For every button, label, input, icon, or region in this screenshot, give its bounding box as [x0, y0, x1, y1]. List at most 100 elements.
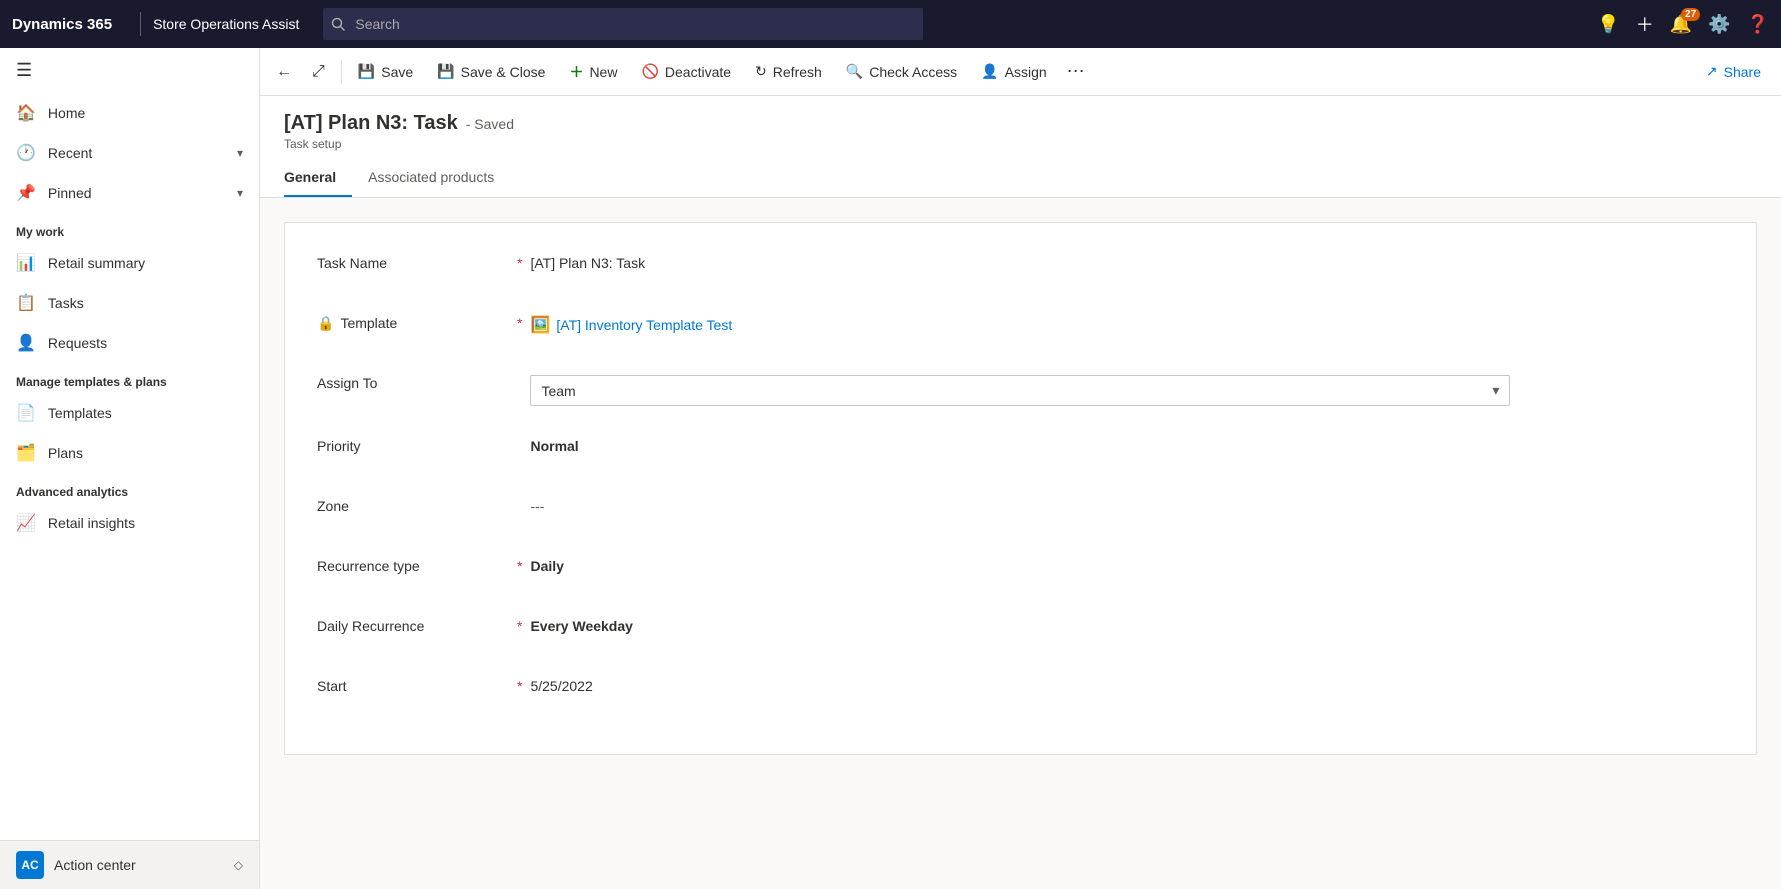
sidebar-item-tasks[interactable]: 📋 Tasks	[0, 283, 259, 323]
template-value[interactable]: 🖼️ [AT] Inventory Template Test	[530, 307, 1724, 335]
lock-icon: 🔒	[317, 315, 334, 332]
notification-badge: 27	[1681, 8, 1700, 21]
notifications-icon[interactable]: 🔔 27	[1670, 14, 1692, 35]
topbar: Dynamics 365 Store Operations Assist 💡 ＋…	[0, 0, 1781, 48]
task-name-required: *	[517, 247, 522, 271]
help-icon[interactable]: ❓	[1747, 14, 1769, 35]
refresh-button[interactable]: ↻ Refresh	[743, 48, 834, 96]
sidebar-item-recent[interactable]: 🕐 Recent ▾	[0, 133, 259, 173]
start-required: *	[517, 670, 522, 694]
template-label-text: Template	[340, 315, 397, 331]
my-work-section: My work	[0, 213, 259, 243]
start-label-text: Start	[317, 678, 347, 694]
share-icon: ↗	[1706, 63, 1718, 80]
expand-icon: ⤢	[312, 63, 325, 81]
sidebar: ☰ 🏠 Home 🕐 Recent ▾ 📌 Pinned ▾ My work 📊…	[0, 48, 260, 889]
pinned-icon: 📌	[16, 183, 36, 203]
lightbulb-icon[interactable]: 💡	[1597, 14, 1619, 35]
page-header: [AT] Plan N3: Task - Saved Task setup	[260, 96, 1781, 151]
recurrence-type-row: Recurrence type * Daily	[317, 550, 1724, 586]
tab-associated-products[interactable]: Associated products	[368, 159, 510, 197]
daily-recurrence-required: *	[517, 610, 522, 634]
sidebar-item-home-label: Home	[48, 105, 85, 121]
assign-button[interactable]: 👤 Assign	[969, 48, 1058, 96]
back-icon: ←	[276, 63, 292, 81]
back-button[interactable]: ←	[268, 48, 300, 96]
start-row: Start * 5/25/2022	[317, 670, 1724, 706]
deactivate-button[interactable]: 🚫 Deactivate	[629, 48, 743, 96]
zone-value: ---	[530, 490, 1724, 514]
template-link-text: [AT] Inventory Template Test	[556, 317, 732, 333]
assign-to-label-text: Assign To	[317, 375, 377, 391]
check-access-button[interactable]: 🔍 Check Access	[834, 48, 969, 96]
topbar-icons: 💡 ＋ 🔔 27 ⚙️ ❓	[1597, 11, 1769, 37]
page-subtitle: Task setup	[284, 137, 1757, 151]
more-button[interactable]: ⋯	[1059, 48, 1093, 96]
sidebar-item-pinned[interactable]: 📌 Pinned ▾	[0, 173, 259, 213]
sidebar-item-retail-insights[interactable]: 📈 Retail insights	[0, 503, 259, 543]
sidebar-item-retail-summary[interactable]: 📊 Retail summary	[0, 243, 259, 283]
expand-button[interactable]: ⤢	[300, 48, 337, 96]
start-value: 5/25/2022	[530, 670, 1724, 694]
recent-chevron-icon: ▾	[237, 146, 243, 160]
share-button[interactable]: ↗ Share	[1694, 48, 1773, 96]
priority-label-text: Priority	[317, 438, 361, 454]
zone-label-text: Zone	[317, 498, 349, 514]
add-icon[interactable]: ＋	[1636, 11, 1654, 37]
refresh-label: Refresh	[773, 64, 822, 80]
assign-to-row: Assign To * Team ▾	[317, 367, 1724, 406]
share-label: Share	[1724, 64, 1761, 80]
sidebar-item-requests[interactable]: 👤 Requests	[0, 323, 259, 363]
task-name-label: Task Name	[317, 247, 517, 271]
daily-recurrence-label-text: Daily Recurrence	[317, 618, 424, 634]
check-access-icon: 🔍	[846, 63, 863, 80]
recurrence-type-label: Recurrence type	[317, 550, 517, 574]
more-icon: ⋯	[1067, 61, 1085, 82]
save-icon: 💾	[358, 63, 375, 80]
tasks-icon: 📋	[16, 293, 36, 313]
cmd-separator-1	[341, 60, 342, 84]
sidebar-item-templates[interactable]: 📄 Templates	[0, 393, 259, 433]
task-name-row: Task Name * [AT] Plan N3: Task	[317, 247, 1724, 283]
tabs: General Associated products	[260, 159, 1781, 198]
sidebar-item-home[interactable]: 🏠 Home	[0, 93, 259, 133]
app-name: Store Operations Assist	[153, 16, 299, 32]
pinned-chevron-icon: ▾	[237, 186, 243, 200]
priority-row: Priority * Normal	[317, 430, 1724, 466]
home-icon: 🏠	[16, 103, 36, 123]
assign-to-dropdown[interactable]: Team ▾	[530, 375, 1510, 406]
assign-to-label: Assign To	[317, 367, 517, 391]
priority-label: Priority	[317, 430, 517, 454]
search-icon	[331, 17, 345, 31]
tab-general[interactable]: General	[284, 159, 352, 197]
settings-icon[interactable]: ⚙️	[1708, 14, 1730, 35]
content-area: ← ⤢ 💾 Save 💾 Save & Close ＋ New 🚫 Deacti…	[260, 48, 1781, 889]
new-button[interactable]: ＋ New	[557, 48, 629, 96]
sidebar-item-plans[interactable]: 🗂️ Plans	[0, 433, 259, 473]
hamburger-menu[interactable]: ☰	[0, 48, 259, 93]
sidebar-item-retail-insights-label: Retail insights	[48, 515, 135, 531]
action-center-badge: AC	[16, 851, 44, 879]
assign-icon: 👤	[981, 63, 998, 80]
save-button[interactable]: 💾 Save	[346, 48, 425, 96]
template-required: *	[517, 307, 522, 331]
sidebar-item-retail-summary-label: Retail summary	[48, 255, 145, 271]
sidebar-item-action-center[interactable]: AC Action center ◇	[0, 841, 259, 889]
page-saved-status: - Saved	[466, 116, 514, 132]
deactivate-label: Deactivate	[665, 64, 731, 80]
task-name-label-text: Task Name	[317, 255, 387, 271]
check-access-label: Check Access	[869, 64, 957, 80]
refresh-icon: ↻	[755, 63, 767, 80]
save-close-button[interactable]: 💾 Save & Close	[425, 48, 557, 96]
new-icon: ＋	[569, 62, 583, 82]
search-bar[interactable]	[323, 8, 923, 40]
daily-recurrence-row: Daily Recurrence * Every Weekday	[317, 610, 1724, 646]
retail-insights-icon: 📈	[16, 513, 36, 533]
assign-to-dropdown-value: Team	[541, 383, 575, 399]
plans-icon: 🗂️	[16, 443, 36, 463]
zone-label: Zone	[317, 490, 517, 514]
sidebar-item-pinned-label: Pinned	[48, 185, 92, 201]
requests-icon: 👤	[16, 333, 36, 353]
recurrence-type-value: Daily	[530, 550, 1724, 574]
search-input[interactable]	[323, 8, 923, 40]
